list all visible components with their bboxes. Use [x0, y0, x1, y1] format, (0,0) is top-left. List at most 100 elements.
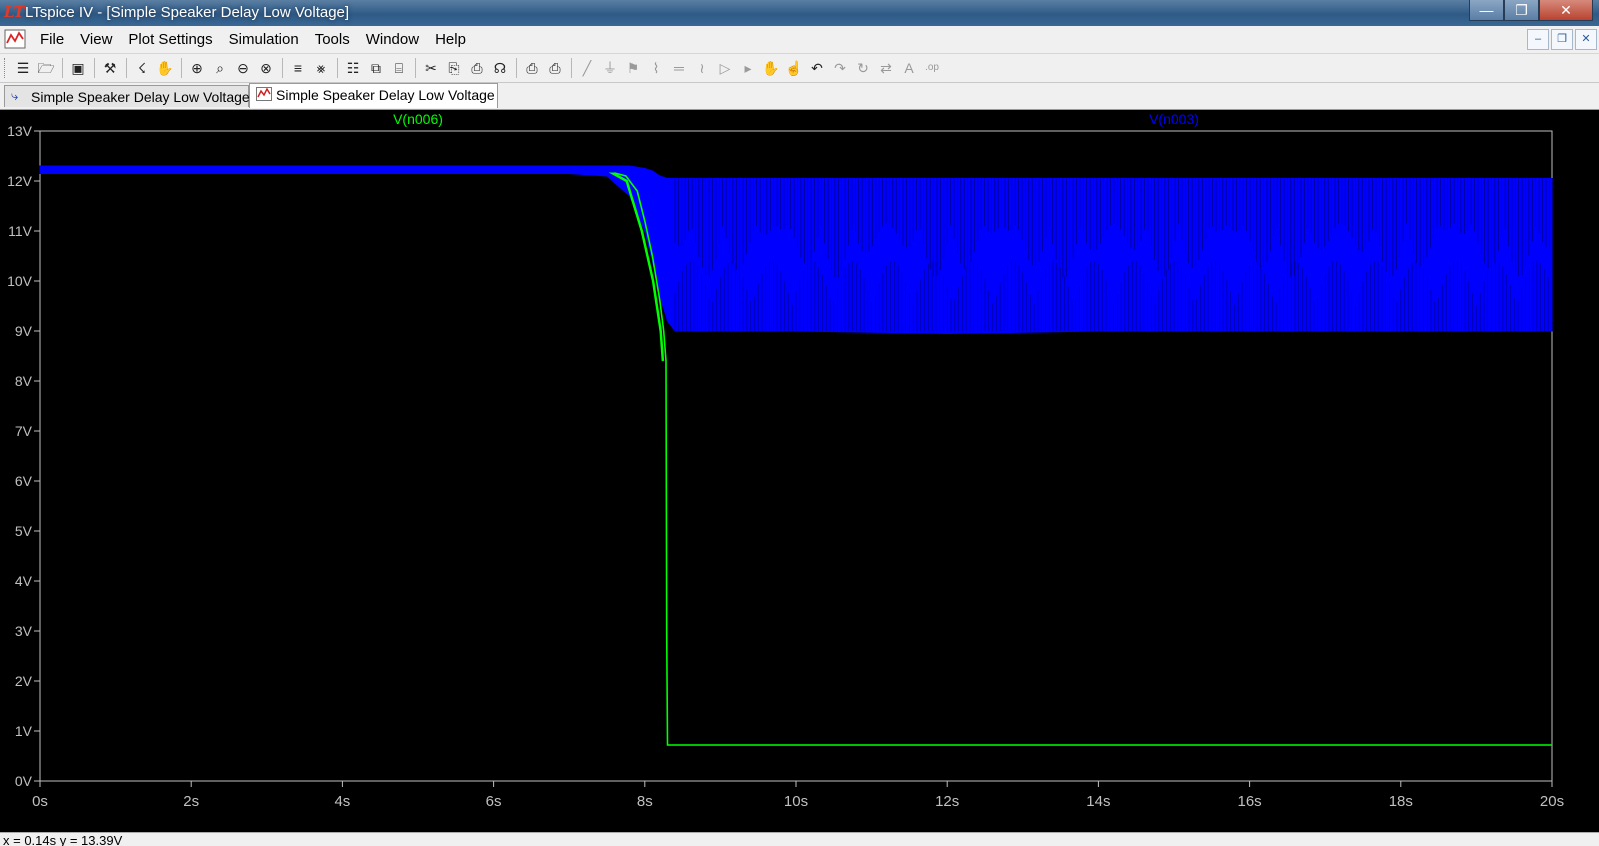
tab-waveform[interactable]: Simple Speaker Delay Low Voltage [249, 83, 498, 108]
find-icon[interactable]: ☊ [489, 58, 511, 78]
copy-icon[interactable]: ⎘ [443, 58, 465, 78]
zoom-area-icon[interactable]: ⊕ [186, 58, 208, 78]
menu-window[interactable]: Window [358, 30, 427, 50]
print-preview-icon[interactable]: ⎙ [521, 58, 543, 78]
paste-icon[interactable]: ⎙ [466, 58, 488, 78]
menu-tools[interactable]: Tools [307, 30, 358, 50]
waveform-icon [256, 86, 272, 102]
x-tick-label: 20s [1540, 793, 1564, 810]
title-bar: LT LTspice IV - [Simple Speaker Delay Lo… [0, 0, 1599, 26]
y-tick-label: 4V [15, 573, 33, 589]
y-tick-label: 5V [15, 523, 33, 539]
menu-simulation[interactable]: Simulation [221, 30, 307, 50]
toolbar-grip[interactable] [4, 58, 8, 78]
y-tick-label: 0V [15, 773, 33, 789]
close-button[interactable]: ✕ [1539, 0, 1593, 21]
x-tick-label: 6s [486, 793, 502, 810]
minimize-button[interactable]: — [1469, 0, 1504, 21]
menu-view[interactable]: View [72, 30, 120, 50]
save-icon[interactable]: ▣ [67, 58, 89, 78]
component-icon[interactable]: ▸ [737, 58, 759, 78]
toolbar-separator [62, 58, 63, 78]
menu-file[interactable]: File [32, 30, 72, 50]
plot-settings-icon[interactable]: ≡ [287, 58, 309, 78]
x-tick-label: 16s [1238, 793, 1262, 810]
zoom-in-icon[interactable]: ⌕ [209, 58, 231, 78]
rotate-icon[interactable]: ↻ [852, 58, 874, 78]
halt-icon[interactable]: ✋ [154, 58, 176, 78]
toolbar: ☰ 🗁 ▣ ⚒ ☇ ✋ ⊕ ⌕ ⊖ ⊗ ≡ ⨳ ☷ ⧉ ⌸ ✂ ⎘ ⎙ ☊ ⎙ ⎙ ╱ ⏚ ⚑ ⌇ ═ ≀ ▷ ▸ ✋ ☝ ↶ ↷ ↻ ⇄ A .op [0, 54, 1599, 83]
y-tick-label: 13V [7, 123, 33, 139]
document-close-button[interactable]: ✕ [1575, 29, 1597, 50]
zoom-out-icon[interactable]: ⊖ [232, 58, 254, 78]
y-tick-label: 10V [7, 273, 33, 289]
y-tick-label: 2V [15, 673, 33, 689]
menu-help[interactable]: Help [427, 30, 474, 50]
diode-icon[interactable]: ▷ [714, 58, 736, 78]
print-icon[interactable]: ⎙ [544, 58, 566, 78]
waveform-plot[interactable]: 0V 1V 2V 3V 4V 5V 6V 7V 8V 9V 10V 11V 12V 13V 0s 2s 4s 6s… [0, 110, 1599, 832]
x-tick-label: 8s [637, 793, 653, 810]
toolbar-separator [282, 58, 283, 78]
toolbar-separator [571, 58, 572, 78]
y-tick-label: 1V [15, 723, 33, 739]
autorange-icon[interactable]: ⊗ [255, 58, 277, 78]
undo-icon[interactable]: ↶ [806, 58, 828, 78]
document-minimize-button[interactable]: – [1527, 29, 1549, 50]
ground-icon[interactable]: ⏚ [599, 58, 621, 78]
mirror-icon[interactable]: ⇄ [875, 58, 897, 78]
text-icon[interactable]: A [898, 58, 920, 78]
spice-directive-icon[interactable]: .op [921, 58, 943, 78]
menu-plot-settings[interactable]: Plot Settings [120, 30, 220, 50]
move-icon[interactable]: ✋ [760, 58, 782, 78]
document-window-controls: – ❐ ✕ [1527, 29, 1597, 50]
tab-waveform-label: Simple Speaker Delay Low Voltage [276, 87, 495, 103]
tile-vertical-icon[interactable]: ⌸ [388, 58, 410, 78]
x-tick-label: 12s [935, 793, 959, 810]
open-icon[interactable]: 🗁 [35, 58, 57, 78]
window-controls: — ❐ ✕ [1469, 0, 1593, 22]
wire-icon[interactable]: ╱ [576, 58, 598, 78]
x-tick-label: 14s [1086, 793, 1110, 810]
y-tick-label: 3V [15, 623, 33, 639]
x-tick-label: 2s [183, 793, 199, 810]
inductor-icon[interactable]: ≀ [691, 58, 713, 78]
ltspice-logo-icon: LT [4, 3, 25, 21]
y-tick-label: 12V [7, 173, 33, 189]
waveform-chart[interactable]: 0V 1V 2V 3V 4V 5V 6V 7V 8V 9V 10V 11V 12V 13V 0s 2s 4s 6s… [0, 110, 1599, 832]
maximize-button[interactable]: ❐ [1504, 0, 1539, 21]
document-restore-button[interactable]: ❐ [1551, 29, 1573, 50]
control-panel-icon[interactable]: ⚒ [99, 58, 121, 78]
toolbar-separator [337, 58, 338, 78]
legend-n003: V(n003) [1149, 111, 1199, 127]
schematic-icon: ⤷ [11, 88, 19, 103]
x-tick-label: 10s [784, 793, 808, 810]
capacitor-icon[interactable]: ═ [668, 58, 690, 78]
window-title: LTspice IV - [Simple Speaker Delay Low V… [25, 4, 350, 21]
tab-schematic[interactable]: ⤷ Simple Speaker Delay Low Voltage [4, 85, 250, 107]
toolbar-separator [126, 58, 127, 78]
toolbar-separator [94, 58, 95, 78]
y-tick-label: 6V [15, 473, 33, 489]
redo-icon[interactable]: ↷ [829, 58, 851, 78]
run-icon[interactable]: ☇ [131, 58, 153, 78]
toolbar-icons: ☰ 🗁 ▣ ⚒ ☇ ✋ ⊕ ⌕ ⊖ ⊗ ≡ ⨳ ☷ ⧉ ⌸ ✂ ⎘ ⎙ ☊ ⎙ ⎙ ╱ ⏚ ⚑ ⌇ ═ ≀ ▷ ▸ ✋ ☝ ↶ ↷ ↻ ⇄ A .op [12, 58, 944, 78]
x-tick-label: 18s [1389, 793, 1413, 810]
tile-horizontal-icon[interactable]: ☷ [342, 58, 364, 78]
waveform-window-icon[interactable] [4, 29, 26, 49]
label-net-icon[interactable]: ⚑ [622, 58, 644, 78]
toolbar-separator [181, 58, 182, 78]
resistor-icon[interactable]: ⌇ [645, 58, 667, 78]
add-trace-icon[interactable]: ⨳ [310, 58, 332, 78]
x-tick-label: 4s [334, 793, 350, 810]
new-schematic-icon[interactable]: ☰ [12, 58, 34, 78]
cut-icon[interactable]: ✂ [420, 58, 442, 78]
drag-icon[interactable]: ☝ [783, 58, 805, 78]
y-tick-label: 11V [8, 223, 33, 239]
cursor-readout: x = 0.14s y = 13.39V [3, 833, 123, 846]
tab-schematic-label: Simple Speaker Delay Low Voltage [31, 89, 250, 105]
document-tabs: ⤷ Simple Speaker Delay Low Voltage Simpl… [0, 83, 1599, 110]
toolbar-separator [415, 58, 416, 78]
y-tick-label: 8V [15, 373, 33, 389]
cascade-icon[interactable]: ⧉ [365, 58, 387, 78]
